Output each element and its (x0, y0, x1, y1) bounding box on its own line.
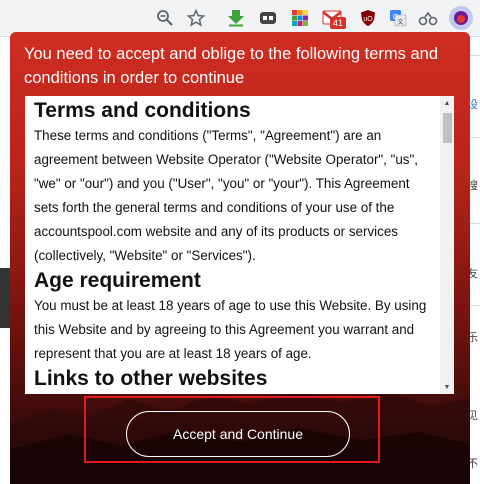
section-heading: Terms and conditions (34, 99, 251, 122)
section-body: These terms and conditions ("Terms", "Ag… (34, 128, 418, 263)
modal-header-text: You need to accept and oblige to the fol… (24, 45, 439, 87)
color-grid-extension-icon[interactable] (290, 8, 310, 28)
mail-count-badge: 41 (330, 17, 346, 29)
terms-content: Terms and conditions These terms and con… (34, 98, 434, 392)
scroll-down-arrow-icon[interactable]: ▼ (440, 380, 454, 394)
star-icon[interactable] (186, 8, 206, 28)
translate-icon[interactable]: G文 (388, 8, 408, 28)
zoom-out-icon[interactable] (155, 8, 175, 28)
extensions-icon[interactable] (418, 8, 438, 28)
terms-scroll-area[interactable]: Terms and conditions These terms and con… (25, 96, 454, 394)
svg-text:uO: uO (363, 16, 373, 23)
vertical-scrollbar[interactable]: ▲ ▼ (440, 96, 454, 394)
scroll-thumb[interactable] (443, 113, 452, 143)
ublock-icon[interactable]: uO (358, 8, 378, 28)
download-extension-icon[interactable] (226, 8, 246, 28)
section-heading: Links to other websites (34, 367, 268, 390)
background-left-block (0, 268, 10, 328)
profile-avatar-icon[interactable] (449, 6, 473, 30)
section-body: You must be at least 18 years of age to … (34, 298, 427, 361)
section-heading: Age requirement (34, 269, 201, 292)
scroll-up-arrow-icon[interactable]: ▲ (440, 96, 454, 110)
tab-extension-icon[interactable] (258, 8, 278, 28)
svg-text:文: 文 (397, 18, 403, 26)
accept-and-continue-button[interactable]: Accept and Continue (126, 411, 350, 457)
terms-modal: You need to accept and oblige to the fol… (10, 32, 470, 484)
